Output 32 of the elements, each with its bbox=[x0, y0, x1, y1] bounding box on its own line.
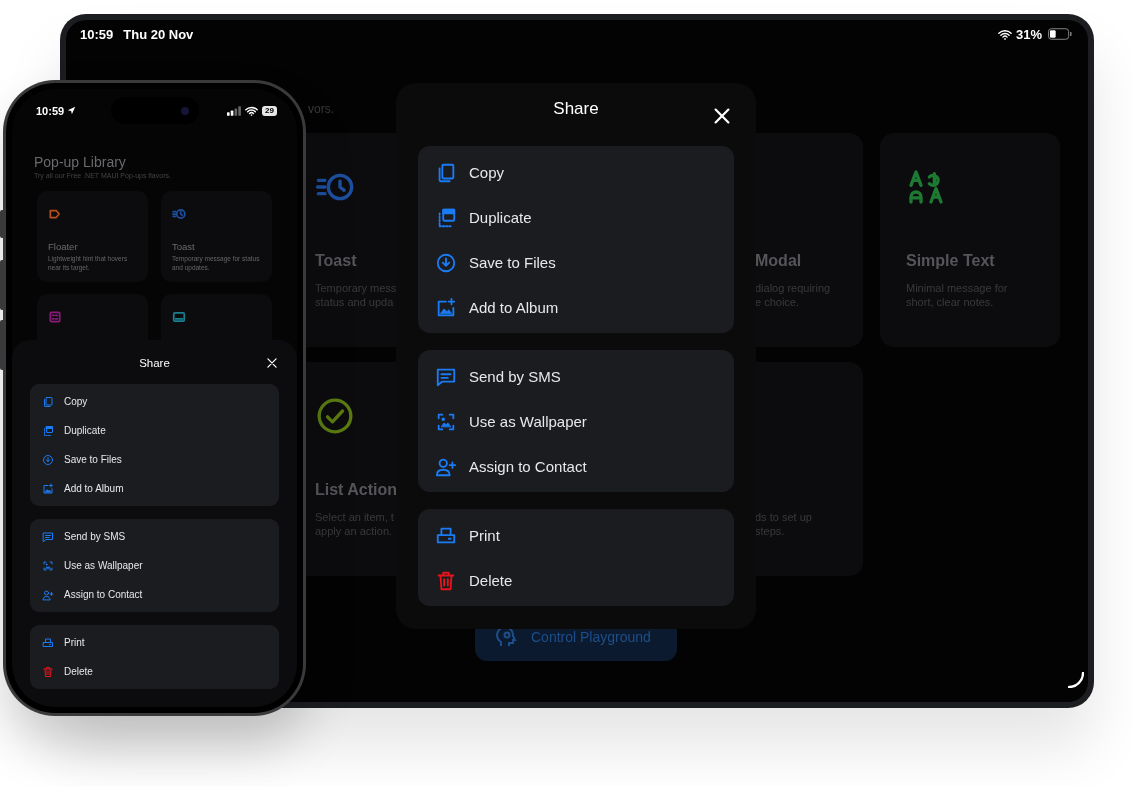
card-title: Toast bbox=[172, 241, 196, 253]
menu-item[interactable]: Save to Files bbox=[42, 445, 267, 474]
signal-icon bbox=[227, 105, 242, 116]
menu-item[interactable]: Print bbox=[42, 628, 267, 657]
close-icon[interactable] bbox=[711, 105, 733, 127]
location-arrow-icon bbox=[67, 106, 77, 115]
status-time: 10:59 bbox=[36, 104, 65, 117]
status-date: Thu 20 Nov bbox=[123, 26, 194, 42]
wifi-icon bbox=[997, 28, 1012, 40]
card-title: Modal bbox=[755, 252, 803, 271]
status-time: 10:59 bbox=[80, 26, 114, 42]
menu-item[interactable]: Copy bbox=[42, 387, 267, 416]
menu-item[interactable]: Duplicate bbox=[42, 416, 267, 445]
card-title: Toast bbox=[315, 252, 358, 271]
card-title: Floater bbox=[48, 241, 79, 253]
card-title: Simple Text bbox=[906, 252, 996, 271]
battery-indicator: 29 bbox=[262, 105, 277, 116]
loading-spinner-icon bbox=[1068, 672, 1084, 688]
page-subtitle: vors. bbox=[308, 102, 334, 116]
battery-percent: 31% bbox=[1015, 26, 1042, 42]
page-title: Pop-up Library bbox=[34, 154, 127, 170]
close-icon[interactable] bbox=[265, 356, 279, 370]
menu-item[interactable]: Add to Album bbox=[42, 474, 267, 503]
wifi-icon bbox=[245, 105, 259, 116]
sheet-title: Share bbox=[139, 356, 170, 370]
menu-item[interactable]: Assign to Contact bbox=[42, 580, 267, 609]
menu-item[interactable]: Send by SMS bbox=[42, 522, 267, 551]
dialog-title: Share bbox=[553, 98, 599, 120]
menu-item[interactable]: Use as Wallpaper bbox=[42, 551, 267, 580]
menu-item[interactable]: Delete bbox=[42, 657, 267, 686]
card-title: List Action bbox=[315, 481, 399, 500]
battery-icon bbox=[1048, 28, 1072, 40]
